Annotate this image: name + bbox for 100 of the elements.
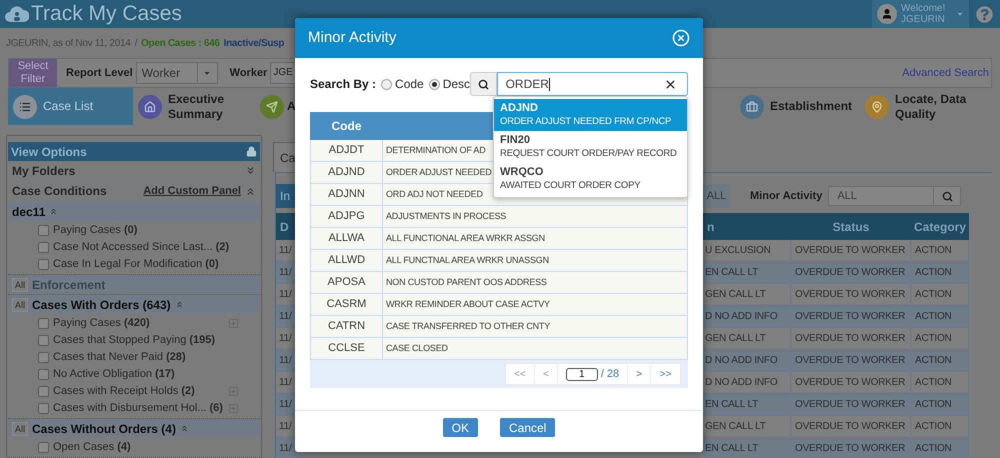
section-title: Case Conditions [12, 183, 107, 200]
condition-label: No Active Obligation (17) [53, 367, 175, 382]
table-cell: ACTION [911, 306, 969, 328]
search-field[interactable]: ORDER [496, 72, 688, 96]
column-header: Status [791, 213, 911, 240]
table-cell-text: ADJUSTMENTS IN PROCESS [385, 210, 506, 223]
help-icon[interactable] [976, 6, 993, 22]
table-cell: ACTION [911, 438, 969, 458]
table-cell: OVERDUE TO WORKER [791, 394, 911, 416]
table-cell: GEN CALL LT [703, 416, 791, 438]
table-cell: ACTION [911, 262, 969, 284]
search-icon [478, 78, 489, 90]
column-header: Code [330, 118, 362, 135]
dialog-button[interactable]: OK [442, 418, 478, 437]
group-header[interactable]: dec11 [8, 202, 260, 221]
expand-plus-icon[interactable] [229, 319, 238, 328]
checkbox[interactable] [38, 259, 49, 270]
table-cell: OVERDUE TO WORKER [791, 306, 911, 328]
checkbox[interactable] [38, 369, 49, 380]
select-filter-button[interactable]: Select Filter [9, 59, 57, 87]
table-cell: U EXCLUSION [703, 240, 791, 262]
table-cell: OVERDUE TO WORKER [791, 438, 911, 458]
group-header[interactable]: All Cases Without Orders (4) [8, 419, 260, 438]
all-button[interactable]: All [12, 298, 28, 312]
previous-page-button[interactable]: < [535, 364, 558, 384]
all-filter-button[interactable]: ALL [703, 184, 730, 208]
folder-row[interactable]: My Folders [8, 161, 260, 181]
table-cell: OVERDUE TO WORKER [791, 328, 911, 350]
open-cases-count: Open Cases : 646 [141, 36, 220, 50]
table-cell: ALLWA [311, 228, 383, 249]
home-icon [144, 100, 156, 112]
next-page-button[interactable]: > [628, 364, 651, 384]
radio-option[interactable]: Code [381, 75, 424, 93]
dialog-button[interactable]: Cancel [500, 418, 556, 437]
page-total: / 28 [600, 366, 620, 382]
checkbox[interactable] [38, 403, 49, 414]
close-button[interactable] [672, 29, 690, 47]
checkbox[interactable] [38, 352, 49, 363]
separator-text: / [134, 36, 138, 50]
map-pin-icon [871, 100, 883, 112]
minor-activity-label: Minor Activity [750, 188, 822, 204]
table-cell: EN CALL LT [703, 394, 791, 416]
radio-option[interactable]: Desc [428, 75, 470, 93]
table-cell: GEN CALL LT [703, 284, 791, 306]
checkbox[interactable] [38, 225, 49, 236]
table-cell: D NO ADD INFO [703, 306, 791, 328]
checkbox[interactable] [38, 242, 49, 253]
table-cell-text: ORDER ADJUST NEEDED [385, 166, 492, 179]
first-page-button[interactable]: << [506, 364, 535, 384]
table-cell: ACTION [911, 372, 969, 394]
clear-icon[interactable] [664, 78, 677, 90]
app-title: Track My Cases [31, 1, 182, 28]
minor-activity-field[interactable]: ALL [828, 186, 962, 206]
all-button[interactable]: All [12, 422, 28, 436]
condition-label: Paying Cases (0) [53, 223, 138, 238]
close-icon [672, 29, 690, 47]
last-page-button[interactable]: >> [651, 364, 680, 384]
condition-label: Cases that Stopped Paying (195) [53, 333, 216, 348]
group-header[interactable]: All Cases With Orders (643) [8, 295, 260, 314]
double-chevron-up-icon [174, 300, 184, 309]
checkbox[interactable] [38, 335, 49, 346]
checkbox[interactable] [38, 386, 49, 397]
table-cell: ACTION [911, 416, 969, 438]
report-level-select[interactable]: Worker [136, 62, 218, 84]
table-cell-text: DETERMINATION OF AD [385, 144, 486, 157]
double-chevron-up-icon [49, 207, 58, 216]
table-cell: ADJND [311, 162, 383, 183]
table-cell: GEN CALL LT [703, 328, 791, 350]
table-cell: ADJNN [311, 184, 383, 205]
expand-plus-icon[interactable] [229, 404, 238, 413]
column-header: Category [911, 213, 969, 240]
user-menu[interactable]: Welcome! JGEURIN [872, 0, 969, 28]
caret-icon [956, 10, 964, 18]
table-cell: ALLWD [311, 250, 383, 271]
condition-label: Case Not Accessed Since Last... (2) [53, 240, 230, 256]
table-cell: OVERDUE TO WORKER [791, 240, 911, 262]
caret-icon [203, 69, 212, 77]
table-cell-text: CASE TRANSFERRED TO OTHER CNTY [385, 320, 550, 333]
condition-label: Cases that Never Paid (28) [53, 350, 186, 366]
suggestion-item[interactable]: WRQCO AWAITED COURT ORDER COPY [494, 163, 687, 195]
nav-tab[interactable]: Case List [8, 88, 133, 125]
table-cell: EN CALL LT [703, 262, 791, 284]
table-cell: ACTION [911, 394, 969, 416]
table-cell-text: ALL FUNCTIONAL AREA WRKR ASSGN [385, 232, 545, 245]
page-number-field[interactable]: 1 [566, 368, 598, 380]
cloud-logo-icon [5, 5, 29, 23]
expand-plus-icon[interactable] [229, 387, 238, 396]
table-cell-text: NON CUSTOD PARENT OOS ADDRESS [385, 276, 547, 289]
suggestion-item[interactable]: ADJND ORDER ADJUST NEEDED FRM CP/NCP [494, 99, 687, 131]
list-icon [19, 100, 31, 112]
advanced-search-link[interactable]: Advanced Search [902, 64, 989, 82]
add-custom-panel-link[interactable]: Add Custom Panel [143, 182, 241, 200]
suggestion-item[interactable]: FIN20 REQUEST COURT ORDER/PAY RECORD [494, 131, 687, 163]
panel-title: View Options [11, 144, 87, 160]
table-cell: OVERDUE TO WORKER [791, 262, 911, 284]
table-cell: CASRM [311, 294, 383, 315]
checkbox[interactable] [38, 318, 49, 329]
condition-label: Open Cases (4) [53, 440, 131, 456]
checkbox[interactable] [38, 442, 49, 453]
condition-label: Case In Legal For Modification (0) [53, 257, 219, 272]
